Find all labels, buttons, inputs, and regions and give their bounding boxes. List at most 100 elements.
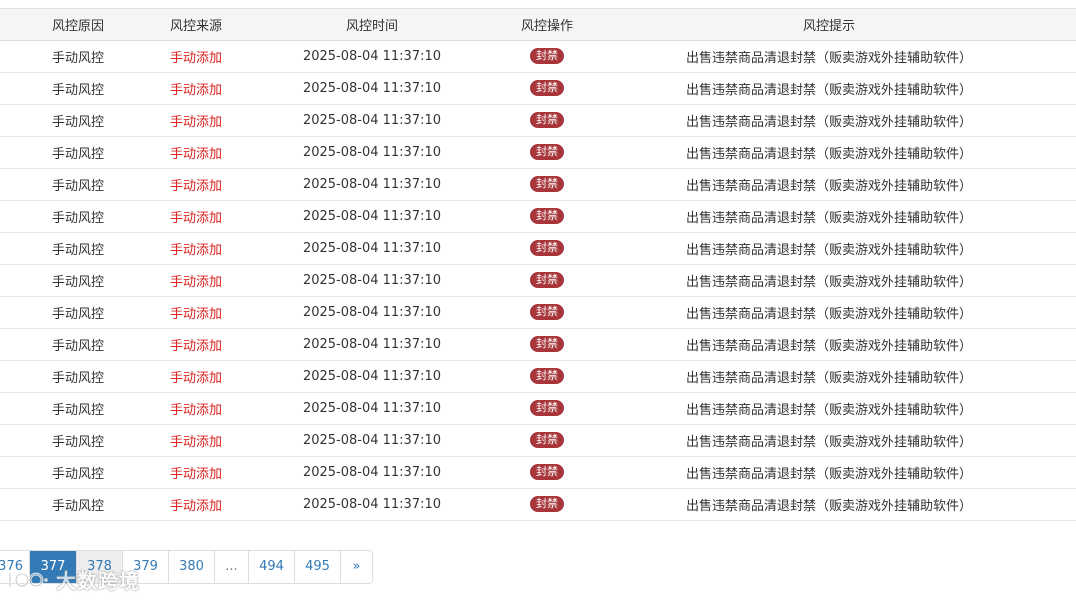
cell-reason: 手动风控: [0, 392, 160, 425]
cell-action: 封禁: [512, 136, 582, 169]
cell-tip: 出售违禁商品清退封禁（贩卖游戏外挂辅助软件）: [582, 72, 1076, 105]
page-494[interactable]: 494: [248, 551, 294, 583]
cell-tip: 出售违禁商品清退封禁（贩卖游戏外挂辅助软件）: [582, 104, 1076, 137]
cell-reason: 手动风控: [0, 168, 160, 201]
cell-source: 手动添加: [160, 40, 232, 73]
cell-source: 手动添加: [160, 456, 232, 489]
cell-action: 封禁: [512, 40, 582, 73]
table-header: 风控原因 风控来源 风控时间 风控操作 风控提示: [0, 9, 1076, 41]
cell-action: 封禁: [512, 168, 582, 201]
page-378[interactable]: 378: [76, 551, 122, 583]
page-ellipsis: ...: [214, 551, 248, 583]
ban-badge: 封禁: [530, 432, 564, 448]
cell-time: 2025-08-04 11:37:10: [232, 40, 512, 73]
table-row: 手动风控 手动添加 2025-08-04 11:37:10 封禁 出售违禁商品清退封禁（…: [0, 72, 1076, 105]
cell-action: 封禁: [512, 456, 582, 489]
cell-reason: 手动风控: [0, 104, 160, 137]
page-377[interactable]: 377: [29, 551, 76, 583]
ban-badge: 封禁: [530, 304, 564, 320]
table-row: 手动风控 手动添加 2025-08-04 11:37:10 封禁 出售违禁商品清退封禁（…: [0, 488, 1076, 521]
cell-tip: 出售违禁商品清退封禁（贩卖游戏外挂辅助软件）: [582, 456, 1076, 489]
cell-source: 手动添加: [160, 264, 232, 297]
table-row: 手动风控 手动添加 2025-08-04 11:37:10 封禁 出售违禁商品清退封禁（…: [0, 40, 1076, 73]
cell-action: 封禁: [512, 200, 582, 233]
cell-source: 手动添加: [160, 424, 232, 457]
table-row: 手动风控 手动添加 2025-08-04 11:37:10 封禁 出售违禁商品清退封禁（…: [0, 264, 1076, 297]
cell-time: 2025-08-04 11:37:10: [232, 360, 512, 393]
cell-time: 2025-08-04 11:37:10: [232, 72, 512, 105]
cell-source: 手动添加: [160, 232, 232, 265]
cell-tip: 出售违禁商品清退封禁（贩卖游戏外挂辅助软件）: [582, 328, 1076, 361]
cell-action: 封禁: [512, 488, 582, 521]
cell-reason: 手动风控: [0, 40, 160, 73]
ban-badge: 封禁: [530, 368, 564, 384]
cell-tip: 出售违禁商品清退封禁（贩卖游戏外挂辅助软件）: [582, 488, 1076, 521]
cell-reason: 手动风控: [0, 424, 160, 457]
cell-reason: 手动风控: [0, 136, 160, 169]
ban-badge: 封禁: [530, 208, 564, 224]
table-row: 手动风控 手动添加 2025-08-04 11:37:10 封禁 出售违禁商品清退封禁（…: [0, 104, 1076, 137]
cell-tip: 出售违禁商品清退封禁（贩卖游戏外挂辅助软件）: [582, 360, 1076, 393]
cell-source: 手动添加: [160, 72, 232, 105]
cell-action: 封禁: [512, 232, 582, 265]
cell-time: 2025-08-04 11:37:10: [232, 232, 512, 265]
table-row: 手动风控 手动添加 2025-08-04 11:37:10 封禁 出售违禁商品清退封禁（…: [0, 424, 1076, 457]
table-row: 手动风控 手动添加 2025-08-04 11:37:10 封禁 出售违禁商品清退封禁（…: [0, 136, 1076, 169]
table-row: 手动风控 手动添加 2025-08-04 11:37:10 封禁 出售违禁商品清退封禁（…: [0, 360, 1076, 393]
risk-control-table: 风控原因 风控来源 风控时间 风控操作 风控提示 手动风控 手动添加 2025-08…: [0, 9, 1076, 521]
table-row: 手动风控 手动添加 2025-08-04 11:37:10 封禁 出售违禁商品清退封禁（…: [0, 168, 1076, 201]
cell-tip: 出售违禁商品清退封禁（贩卖游戏外挂辅助软件）: [582, 200, 1076, 233]
cell-time: 2025-08-04 11:37:10: [232, 104, 512, 137]
cell-time: 2025-08-04 11:37:10: [232, 200, 512, 233]
cell-action: 封禁: [512, 296, 582, 329]
ban-badge: 封禁: [530, 80, 564, 96]
cell-reason: 手动风控: [0, 456, 160, 489]
cell-action: 封禁: [512, 360, 582, 393]
cell-tip: 出售违禁商品清退封禁（贩卖游戏外挂辅助软件）: [582, 424, 1076, 457]
cell-source: 手动添加: [160, 168, 232, 201]
ban-badge: 封禁: [530, 240, 564, 256]
header-reason: 风控原因: [0, 9, 160, 41]
cell-source: 手动添加: [160, 392, 232, 425]
cell-action: 封禁: [512, 72, 582, 105]
cell-time: 2025-08-04 11:37:10: [232, 424, 512, 457]
cell-tip: 出售违禁商品清退封禁（贩卖游戏外挂辅助软件）: [582, 264, 1076, 297]
table-body: 手动风控 手动添加 2025-08-04 11:37:10 封禁 出售违禁商品清退封禁（…: [0, 40, 1076, 521]
cell-time: 2025-08-04 11:37:10: [232, 328, 512, 361]
cell-reason: 手动风控: [0, 232, 160, 265]
cell-reason: 手动风控: [0, 328, 160, 361]
cell-time: 2025-08-04 11:37:10: [232, 296, 512, 329]
page-next[interactable]: »: [340, 551, 372, 583]
header-time: 风控时间: [232, 9, 512, 41]
page-376[interactable]: 376: [0, 551, 29, 583]
table-row: 手动风控 手动添加 2025-08-04 11:37:10 封禁 出售违禁商品清退封禁（…: [0, 232, 1076, 265]
header-tip: 风控提示: [582, 9, 1076, 41]
cell-reason: 手动风控: [0, 264, 160, 297]
cell-time: 2025-08-04 11:37:10: [232, 264, 512, 297]
cell-reason: 手动风控: [0, 360, 160, 393]
cell-time: 2025-08-04 11:37:10: [232, 392, 512, 425]
ban-badge: 封禁: [530, 112, 564, 128]
header-row: 风控原因 风控来源 风控时间 风控操作 风控提示: [0, 9, 1076, 41]
cell-source: 手动添加: [160, 136, 232, 169]
risk-control-page: 风控原因 风控来源 风控时间 风控操作 风控提示 手动风控 手动添加 2025-08…: [0, 0, 1076, 600]
cell-tip: 出售违禁商品清退封禁（贩卖游戏外挂辅助软件）: [582, 168, 1076, 201]
table-row: 手动风控 手动添加 2025-08-04 11:37:10 封禁 出售违禁商品清退封禁（…: [0, 392, 1076, 425]
ban-badge: 封禁: [530, 496, 564, 512]
table-row: 手动风控 手动添加 2025-08-04 11:37:10 封禁 出售违禁商品清退封禁（…: [0, 456, 1076, 489]
ban-badge: 封禁: [530, 48, 564, 64]
cell-action: 封禁: [512, 264, 582, 297]
cell-source: 手动添加: [160, 296, 232, 329]
page-380[interactable]: 380: [168, 551, 214, 583]
page-495[interactable]: 495: [294, 551, 340, 583]
cell-source: 手动添加: [160, 488, 232, 521]
cell-time: 2025-08-04 11:37:10: [232, 488, 512, 521]
cell-tip: 出售违禁商品清退封禁（贩卖游戏外挂辅助软件）: [582, 136, 1076, 169]
ban-badge: 封禁: [530, 464, 564, 480]
cell-time: 2025-08-04 11:37:10: [232, 456, 512, 489]
cell-tip: 出售违禁商品清退封禁（贩卖游戏外挂辅助软件）: [582, 40, 1076, 73]
cell-source: 手动添加: [160, 328, 232, 361]
cell-reason: 手动风控: [0, 200, 160, 233]
cell-action: 封禁: [512, 424, 582, 457]
page-379[interactable]: 379: [122, 551, 168, 583]
